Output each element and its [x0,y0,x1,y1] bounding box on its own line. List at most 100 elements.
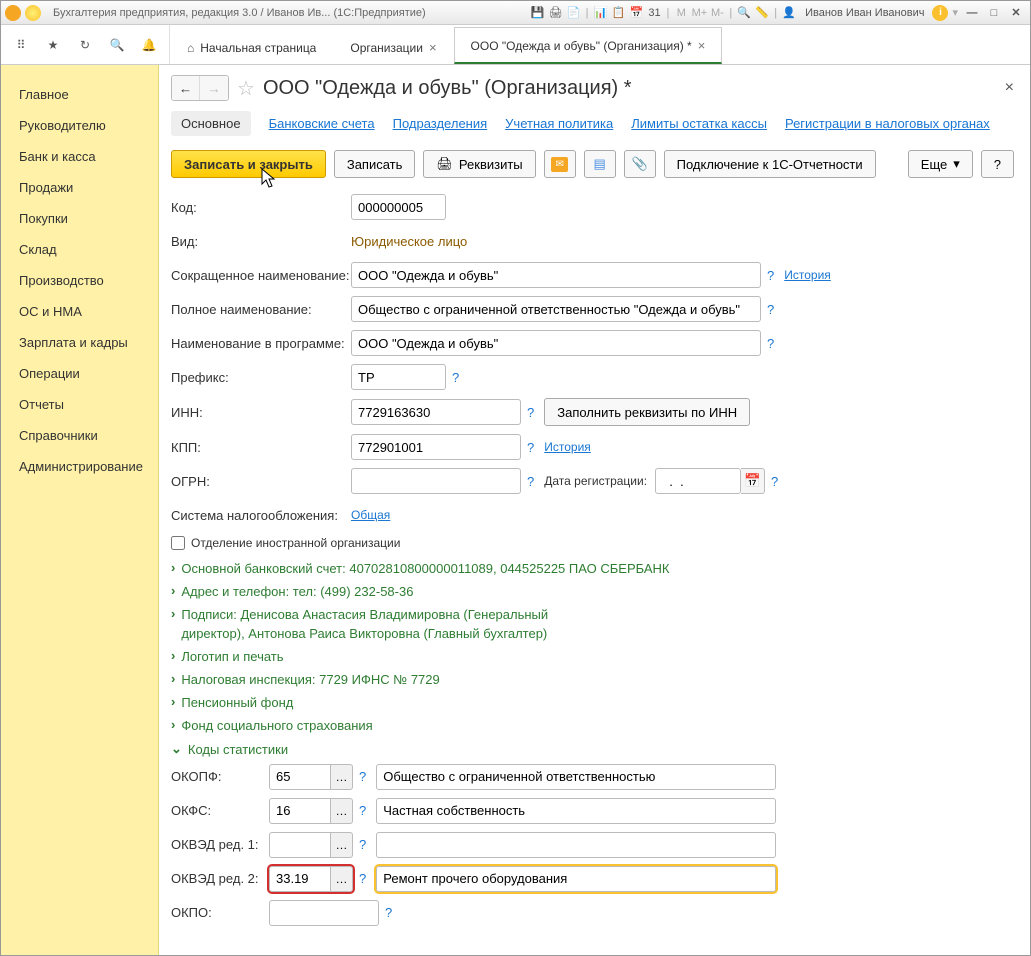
help-icon[interactable]: ? [767,336,774,351]
print-icon[interactable]: 🖨 [548,5,564,21]
calc-icon[interactable]: 📊 [593,5,609,21]
short-input[interactable] [351,262,761,288]
sidebar-item-reports[interactable]: Отчеты [1,389,158,420]
tab-home[interactable]: ⌂ Начальная страница [170,30,333,64]
help-icon[interactable]: ? [452,370,459,385]
full-input[interactable] [351,296,761,322]
props-button[interactable]: 🖨Реквизиты [423,150,535,178]
tab-current[interactable]: ООО "Одежда и обувь" (Организация) * × [454,27,723,64]
okfs-desc-input[interactable] [376,798,776,824]
bell-icon[interactable]: 🔔 [137,33,161,57]
collapse-address[interactable]: ›Адрес и телефон: тел: (499) 232-58-36 [171,583,1014,601]
ruler-icon[interactable]: 📏 [754,5,770,21]
dropdown-icon[interactable] [25,5,41,21]
sidebar-item-admin[interactable]: Администрирование [1,451,158,482]
star-icon[interactable]: ★ [41,33,65,57]
sidebar-item-production[interactable]: Производство [1,265,158,296]
prefix-input[interactable] [351,364,446,390]
code-input[interactable] [351,194,446,220]
help-icon[interactable]: ? [527,474,534,489]
maximize-button[interactable]: □ [984,5,1004,21]
sidebar-item-salary[interactable]: Зарплата и кадры [1,327,158,358]
okopf-code-input[interactable] [269,764,331,790]
tab-close-icon[interactable]: × [698,38,706,53]
okved2-pick-button[interactable]: … [331,866,353,892]
m-plus-icon[interactable]: M+ [691,5,707,21]
search-icon[interactable]: 🔍 [105,33,129,57]
fill-inn-button[interactable]: Заполнить реквизиты по ИНН [544,398,750,426]
m-minus-icon[interactable]: M- [709,5,725,21]
help-icon[interactable]: ? [359,769,366,784]
okfs-code-input[interactable] [269,798,331,824]
save-close-button[interactable]: Записать и закрыть [171,150,326,178]
help-icon[interactable]: ? [767,302,774,317]
sidebar-item-assets[interactable]: ОС и НМА [1,296,158,327]
history-link-kpp[interactable]: История [544,440,591,454]
m-icon[interactable]: M [673,5,689,21]
help-icon[interactable]: ? [385,905,392,920]
favorite-icon[interactable]: ☆ [237,76,255,101]
subtab-policy[interactable]: Учетная политика [505,116,613,131]
attach-button[interactable]: 📎 [624,150,656,178]
subtab-reg[interactable]: Регистрации в налоговых органах [785,116,990,131]
close-window-button[interactable]: ✕ [1006,5,1026,21]
apps-icon[interactable]: ⠿ [9,33,33,57]
collapse-signatures[interactable]: ›Подписи: Денисова Анастасия Владимировн… [171,606,1014,642]
kpp-input[interactable] [351,434,521,460]
sidebar-item-warehouse[interactable]: Склад [1,234,158,265]
sidebar-item-sales[interactable]: Продажи [1,172,158,203]
close-page-button[interactable]: × [1005,79,1014,97]
help-icon[interactable]: ? [767,268,774,283]
forward-button[interactable]: → [200,76,228,100]
list-button[interactable]: ▤ [584,150,616,178]
okpo-input[interactable] [269,900,379,926]
connect-button[interactable]: Подключение к 1С-Отчетности [664,150,876,178]
collapse-bank[interactable]: ›Основной банковский счет: 4070281080000… [171,560,1014,578]
collapse-logo[interactable]: ›Логотип и печать [171,648,1014,666]
doc-icon[interactable]: 📋 [611,5,627,21]
regdate-input[interactable] [655,468,741,494]
more-button[interactable]: Еще ▾ [908,150,973,178]
okfs-pick-button[interactable]: … [331,798,353,824]
sidebar-item-directories[interactable]: Справочники [1,420,158,451]
help-icon[interactable]: ? [527,440,534,455]
okved1-desc-input[interactable] [376,832,776,858]
sidebar-item-operations[interactable]: Операции [1,358,158,389]
minimize-button[interactable]: — [962,5,982,21]
tax-link[interactable]: Общая [351,508,390,522]
help-button[interactable]: ? [981,150,1014,178]
okopf-desc-input[interactable] [376,764,776,790]
collapse-tax-insp[interactable]: ›Налоговая инспекция: 7729 ИФНС № 7729 [171,671,1014,689]
save-button[interactable]: Записать [334,150,416,178]
okopf-pick-button[interactable]: … [331,764,353,790]
prog-input[interactable] [351,330,761,356]
okved1-code-input[interactable] [269,832,331,858]
calendar-button[interactable]: 📅 [741,468,765,494]
subtab-bank[interactable]: Банковские счета [269,116,375,131]
save-icon[interactable]: 💾 [530,5,546,21]
history-link[interactable]: История [784,268,831,282]
collapse-stats[interactable]: ⌄Коды статистики [171,741,1014,759]
preview-icon[interactable]: 📄 [566,5,582,21]
subtab-main[interactable]: Основное [171,111,251,136]
okved2-code-input[interactable] [269,866,331,892]
help-icon[interactable]: ? [359,837,366,852]
tab-close-icon[interactable]: × [429,40,437,55]
sidebar-item-main[interactable]: Главное [1,79,158,110]
okved1-pick-button[interactable]: … [331,832,353,858]
collapse-pension[interactable]: ›Пенсионный фонд [171,694,1014,712]
help-icon[interactable]: ? [771,474,778,489]
subtab-dept[interactable]: Подразделения [393,116,488,131]
inn-input[interactable] [351,399,521,425]
help-icon[interactable]: ? [359,871,366,886]
back-button[interactable]: ← [172,76,200,100]
collapse-social[interactable]: ›Фонд социального страхования [171,717,1014,735]
date-icon[interactable]: 31 [647,5,663,21]
ogrn-input[interactable] [351,468,521,494]
history-icon[interactable]: ↻ [73,33,97,57]
sidebar-item-manager[interactable]: Руководителю [1,110,158,141]
calendar-icon[interactable]: 📅 [629,5,645,21]
mail-button[interactable]: ✉ [544,150,576,178]
sidebar-item-purchases[interactable]: Покупки [1,203,158,234]
info-icon[interactable]: i [932,5,948,21]
